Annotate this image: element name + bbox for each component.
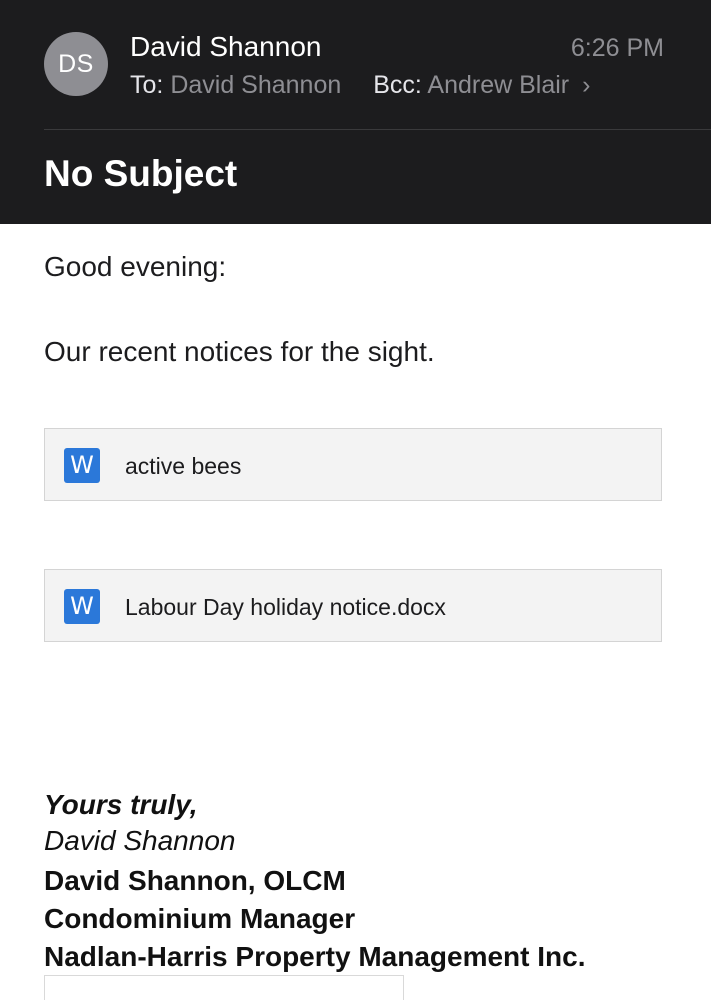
attachment-item[interactable]: W Labour Day holiday notice.docx — [44, 569, 662, 642]
word-document-icon: W — [64, 589, 100, 624]
bcc-recipient[interactable]: Andrew Blair — [427, 71, 569, 99]
greeting-text: Good evening: — [44, 251, 227, 282]
sent-time: 6:26 PM — [570, 34, 664, 62]
recipients-row[interactable]: To: David Shannon Bcc: Andrew Blair › — [130, 68, 590, 102]
email-view: DS David Shannon 6:26 PM To: David Shann… — [0, 0, 711, 1000]
chevron-right-icon[interactable]: › — [582, 71, 590, 99]
message-text: Our recent notices for the sight. — [44, 336, 435, 367]
email-header: DS David Shannon 6:26 PM To: David Shann… — [0, 0, 711, 224]
to-recipient[interactable]: David Shannon — [170, 71, 341, 99]
sender-avatar[interactable]: DS — [44, 32, 108, 96]
bcc-label: Bcc: — [373, 71, 422, 99]
signature-position: Condominium Manager — [44, 903, 356, 934]
signature-closing: Yours truly, — [44, 789, 198, 820]
attachment-item[interactable]: W active bees — [44, 428, 662, 501]
word-document-icon: W — [64, 448, 100, 483]
attachment-name: Labour Day holiday notice.docx — [125, 594, 446, 620]
attachment-name: active bees — [125, 453, 242, 479]
signature-name-italic: David Shannon — [44, 825, 236, 856]
signature-company: Nadlan-Harris Property Management Inc. — [44, 941, 586, 972]
header-divider — [44, 129, 711, 130]
sender-name[interactable]: David Shannon — [130, 30, 321, 64]
email-subject: No Subject — [44, 153, 238, 194]
to-label: To: — [130, 71, 164, 99]
signature-image-placeholder — [44, 975, 404, 1000]
signature-name-title: David Shannon, OLCM — [44, 865, 346, 896]
